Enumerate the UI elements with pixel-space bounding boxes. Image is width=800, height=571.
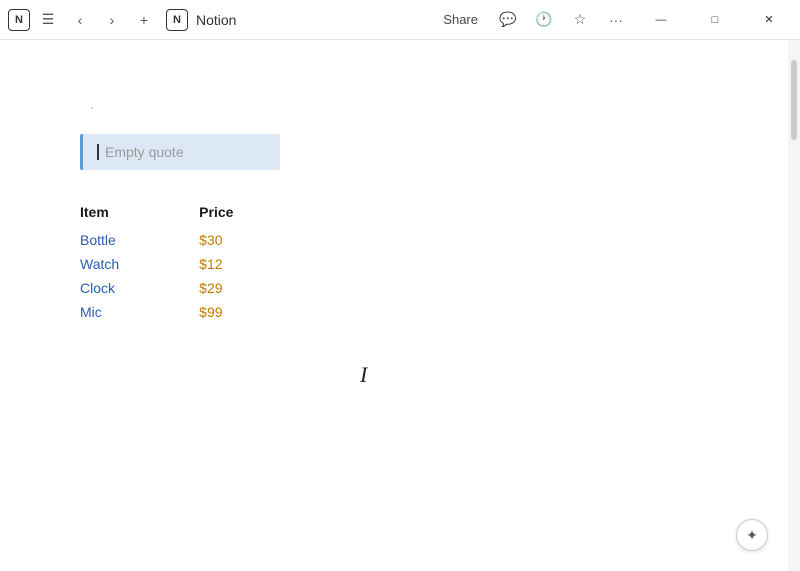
table-cell-price: $99: [199, 300, 313, 324]
table-cell-item: Watch: [80, 252, 199, 276]
table-header-item: Item: [80, 200, 199, 228]
i-beam-cursor: I: [360, 362, 367, 388]
table-row: Mic$99: [80, 300, 313, 324]
add-button[interactable]: +: [130, 6, 158, 34]
table-cell-item: Mic: [80, 300, 199, 324]
data-table: Item Price Bottle$30Watch$12Clock$29Mic$…: [80, 200, 313, 324]
notion-app-icon: N: [8, 9, 30, 31]
app-title: Notion: [196, 12, 236, 28]
table-cell-price: $29: [199, 276, 313, 300]
share-button[interactable]: Share: [435, 8, 486, 31]
star-icon-button[interactable]: ☆: [566, 6, 594, 34]
notion-page-icon: N: [166, 9, 188, 31]
table-row: Watch$12: [80, 252, 313, 276]
table-row: Clock$29: [80, 276, 313, 300]
quote-block[interactable]: Empty quote: [80, 134, 280, 170]
forward-button[interactable]: ›: [98, 6, 126, 34]
table-cell-price: $30: [199, 228, 313, 252]
scrollbar-thumb[interactable]: [791, 60, 797, 140]
table-cell-price: $12: [199, 252, 313, 276]
table-cell-item: Clock: [80, 276, 199, 300]
titlebar-right: Share 💬 🕐 ☆ ··· — □ ✕: [400, 4, 792, 36]
titlebar: N ☰ ‹ › + N Notion Share 💬 🕐 ☆ ··· — □ ✕: [0, 0, 800, 40]
dot-line: ·: [90, 100, 688, 114]
content-area: · Empty quote I Item Price Bottle$30Watc…: [0, 40, 788, 571]
text-cursor: [97, 144, 99, 160]
table-row: Bottle$30: [80, 228, 313, 252]
more-icon-button[interactable]: ···: [602, 6, 630, 34]
table-header-price: Price: [199, 200, 313, 228]
content-wrapper: · Empty quote I Item Price Bottle$30Watc…: [0, 40, 800, 571]
minimize-button[interactable]: —: [638, 4, 684, 36]
close-button[interactable]: ✕: [746, 4, 792, 36]
quote-placeholder: Empty quote: [105, 144, 184, 160]
table-cell-item: Bottle: [80, 228, 199, 252]
history-icon-button[interactable]: 🕐: [530, 6, 558, 34]
comment-icon-button[interactable]: 💬: [494, 6, 522, 34]
maximize-button[interactable]: □: [692, 4, 738, 36]
menu-button[interactable]: ☰: [34, 6, 62, 34]
back-button[interactable]: ‹: [66, 6, 94, 34]
scrollbar[interactable]: [788, 40, 800, 571]
page-content: · Empty quote I Item Price Bottle$30Watc…: [0, 40, 788, 384]
titlebar-left: N ☰ ‹ › + N Notion: [8, 6, 400, 34]
corner-button[interactable]: ✦: [736, 519, 768, 551]
